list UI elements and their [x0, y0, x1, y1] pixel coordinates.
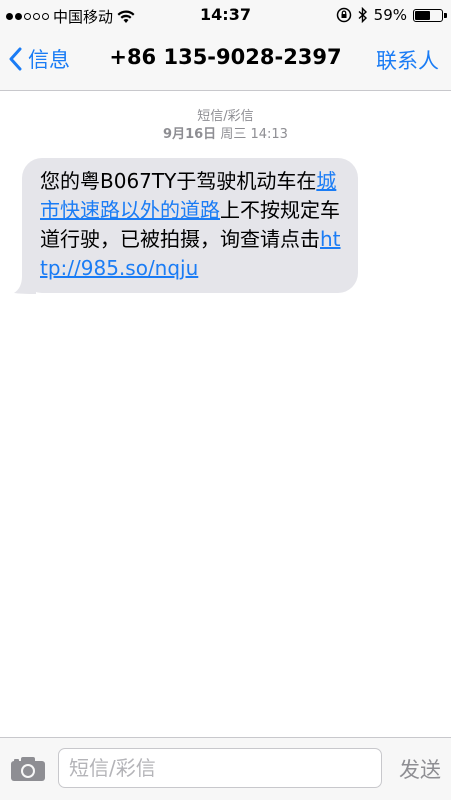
nav-bar: 信息 +86 135-9028-2397 联系人: [0, 32, 451, 91]
battery-percent: 59%: [373, 6, 407, 24]
message-text: 您的粤B067TY于驾驶机动车在: [40, 169, 317, 193]
rotation-lock-icon: [336, 7, 351, 23]
timestamp-date: 9月16日: [163, 127, 217, 142]
message-timestamp: 9月16日 周三 14:13: [0, 126, 451, 144]
battery-icon: [413, 8, 447, 22]
message-input[interactable]: 短信/彩信: [58, 748, 382, 788]
send-button[interactable]: 发送: [399, 754, 441, 784]
timestamp-time: 周三 14:13: [220, 127, 288, 142]
message-meta: 短信/彩信 9月16日 周三 14:13: [0, 108, 451, 144]
status-right: 59%: [336, 6, 447, 24]
compose-bar: 短信/彩信 发送: [0, 737, 451, 800]
incoming-message: 您的粤B067TY于驾驶机动车在城市快速路以外的道路上不按规定车道行驶，已被拍摄…: [14, 158, 358, 294]
camera-icon[interactable]: [10, 756, 46, 782]
battery-fill: [415, 10, 430, 20]
contact-button[interactable]: 联系人: [376, 45, 439, 75]
bluetooth-icon: [358, 7, 367, 23]
status-bar: 中国移动 14:37 59%: [0, 0, 451, 32]
message-bubble: 您的粤B067TY于驾驶机动车在城市快速路以外的道路上不按规定车道行驶，已被拍摄…: [22, 158, 358, 293]
message-type-label: 短信/彩信: [197, 109, 254, 124]
